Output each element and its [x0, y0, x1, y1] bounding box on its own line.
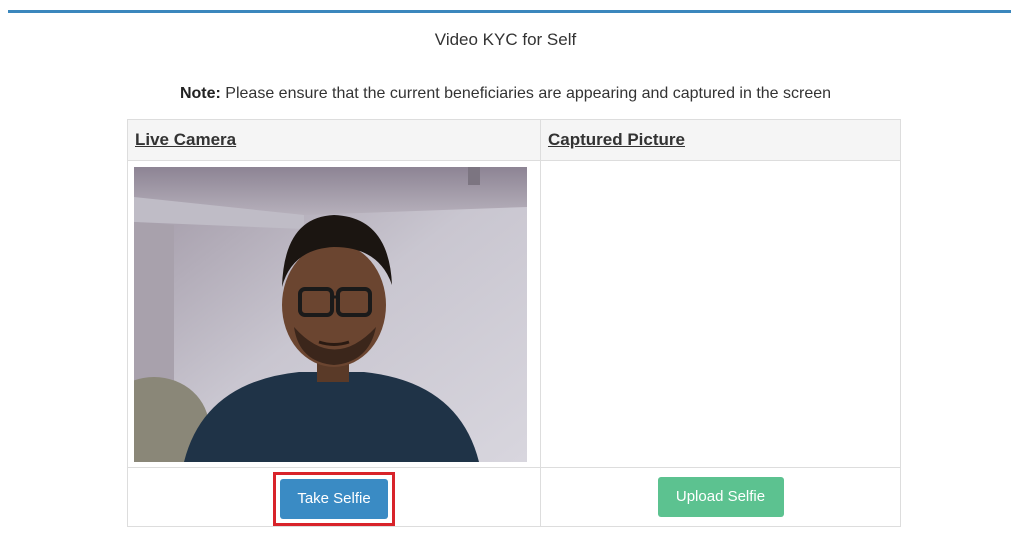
page-title: Video KYC for Self [434, 30, 577, 49]
live-camera-feed [134, 167, 527, 462]
upload-selfie-button[interactable]: Upload Selfie [657, 477, 784, 517]
note-label: Note: [179, 85, 221, 102]
upload-selfie-cell: Upload Selfie [540, 467, 901, 527]
take-selfie-cell: Take Selfie [127, 467, 541, 527]
take-selfie-button[interactable]: Take Selfie [280, 479, 388, 519]
captured-picture-header: Captured Picture [540, 119, 901, 161]
button-row: Take Selfie Upload Selfie [127, 467, 901, 527]
live-camera-header: Live Camera [127, 119, 541, 161]
live-camera-header-label: Live Camera [135, 130, 237, 149]
note-text: Note: Please ensure that the current ben… [0, 85, 1011, 103]
take-selfie-highlight: Take Selfie [273, 472, 395, 526]
kyc-capture-table: Live Camera Captured Picture Take Selfie… [127, 119, 901, 527]
captured-picture-header-label: Captured Picture [548, 130, 685, 149]
live-camera-cell [127, 160, 541, 468]
top-accent-rule [8, 10, 1011, 13]
video-kyc-page: Video KYC for Self Note: Please ensure t… [0, 0, 1011, 538]
captured-picture-cell [540, 160, 901, 468]
media-row [127, 160, 901, 468]
ceiling-fixture [468, 167, 480, 185]
note-message: Please ensure that the current beneficia… [220, 85, 832, 102]
table-header-row: Live Camera Captured Picture [127, 119, 901, 161]
